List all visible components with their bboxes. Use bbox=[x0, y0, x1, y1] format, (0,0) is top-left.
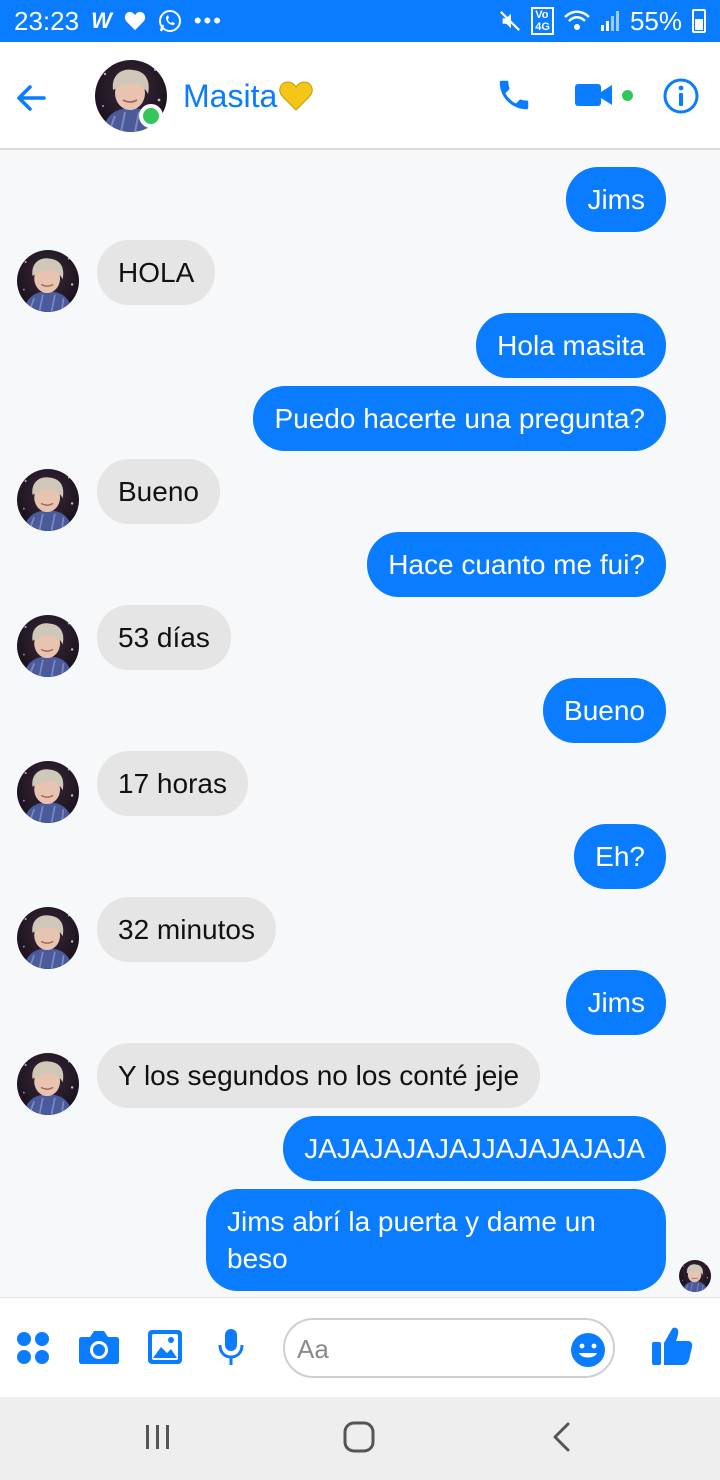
message-bubble-outgoing[interactable]: Jims abrí la puerta y dame un beso bbox=[206, 1189, 666, 1291]
like-thumbs-up-icon[interactable] bbox=[651, 1326, 693, 1366]
conversation-header: Masita bbox=[0, 42, 720, 150]
recent-apps-icon[interactable] bbox=[143, 1424, 173, 1450]
w-icon: W bbox=[91, 8, 112, 33]
contact-avatar-small[interactable] bbox=[17, 469, 79, 531]
apps-grid-icon[interactable] bbox=[16, 1331, 50, 1365]
contact-avatar-small[interactable] bbox=[17, 761, 79, 823]
heart-icon bbox=[124, 11, 145, 31]
video-active-dot bbox=[622, 90, 633, 101]
network-badge: Vo 4G bbox=[531, 7, 554, 35]
back-nav-icon[interactable] bbox=[550, 1422, 574, 1452]
signal-icon bbox=[600, 11, 619, 31]
contact-avatar-small[interactable] bbox=[17, 907, 79, 969]
seen-receipt-avatar bbox=[679, 1260, 711, 1292]
online-status-dot bbox=[139, 104, 163, 128]
message-bubble-incoming[interactable]: 17 horas bbox=[97, 751, 248, 816]
home-icon[interactable] bbox=[343, 1421, 375, 1453]
battery-icon bbox=[692, 9, 706, 33]
message-bubble-outgoing[interactable]: Puedo hacerte una pregunta? bbox=[253, 386, 666, 451]
message-bubble-outgoing[interactable]: Bueno bbox=[543, 678, 666, 743]
message-bubble-outgoing[interactable]: Jims bbox=[566, 167, 666, 232]
gallery-image-icon[interactable] bbox=[147, 1329, 183, 1365]
contact-name-text: Masita bbox=[183, 78, 278, 114]
contact-avatar-small[interactable] bbox=[17, 250, 79, 312]
wifi-icon bbox=[564, 10, 590, 30]
mute-icon bbox=[500, 11, 521, 31]
message-list[interactable]: Jims HOLA Hola masita Puedo hacerte una … bbox=[0, 150, 720, 1297]
message-bubble-outgoing[interactable]: Eh? bbox=[574, 824, 666, 889]
system-navigation-bar bbox=[0, 1397, 720, 1480]
status-bar: 23:23 W ••• Vo 4G 55% bbox=[0, 0, 720, 42]
message-bubble-incoming[interactable]: Bueno bbox=[97, 459, 220, 524]
message-bubble-incoming[interactable]: 32 minutos bbox=[97, 897, 276, 962]
message-bubble-outgoing[interactable]: JAJAJAJAJAJJAJAJAJAJA bbox=[283, 1116, 666, 1181]
message-bubble-outgoing[interactable]: Jims bbox=[566, 970, 666, 1035]
info-icon[interactable] bbox=[662, 77, 700, 115]
message-bubble-outgoing[interactable]: Hace cuanto me fui? bbox=[367, 532, 666, 597]
message-text-field[interactable] bbox=[283, 1318, 615, 1378]
contact-avatar-small[interactable] bbox=[17, 1053, 79, 1115]
video-call-icon[interactable] bbox=[574, 80, 614, 110]
camera-icon[interactable] bbox=[78, 1329, 120, 1365]
phone-call-icon[interactable] bbox=[495, 76, 533, 114]
message-bubble-incoming[interactable]: Y los segundos no los conté jeje bbox=[97, 1043, 541, 1108]
message-composer bbox=[0, 1297, 720, 1397]
message-bubble-incoming[interactable]: 53 días bbox=[97, 605, 231, 670]
contact-name[interactable]: Masita bbox=[183, 78, 313, 115]
whatsapp-icon bbox=[158, 10, 181, 32]
message-bubble-incoming[interactable]: HOLA bbox=[97, 240, 216, 305]
message-bubble-outgoing[interactable]: Hola masita bbox=[476, 313, 666, 378]
message-input[interactable] bbox=[297, 1332, 557, 1366]
microphone-icon[interactable] bbox=[216, 1327, 246, 1367]
contact-avatar-small[interactable] bbox=[17, 615, 79, 677]
emoji-icon[interactable] bbox=[570, 1332, 606, 1368]
clock: 23:23 bbox=[14, 5, 80, 36]
more-icon: ••• bbox=[193, 8, 223, 33]
back-arrow-icon[interactable] bbox=[12, 78, 52, 118]
battery-percent: 55% bbox=[629, 5, 682, 36]
yellow-heart-icon bbox=[279, 81, 313, 111]
